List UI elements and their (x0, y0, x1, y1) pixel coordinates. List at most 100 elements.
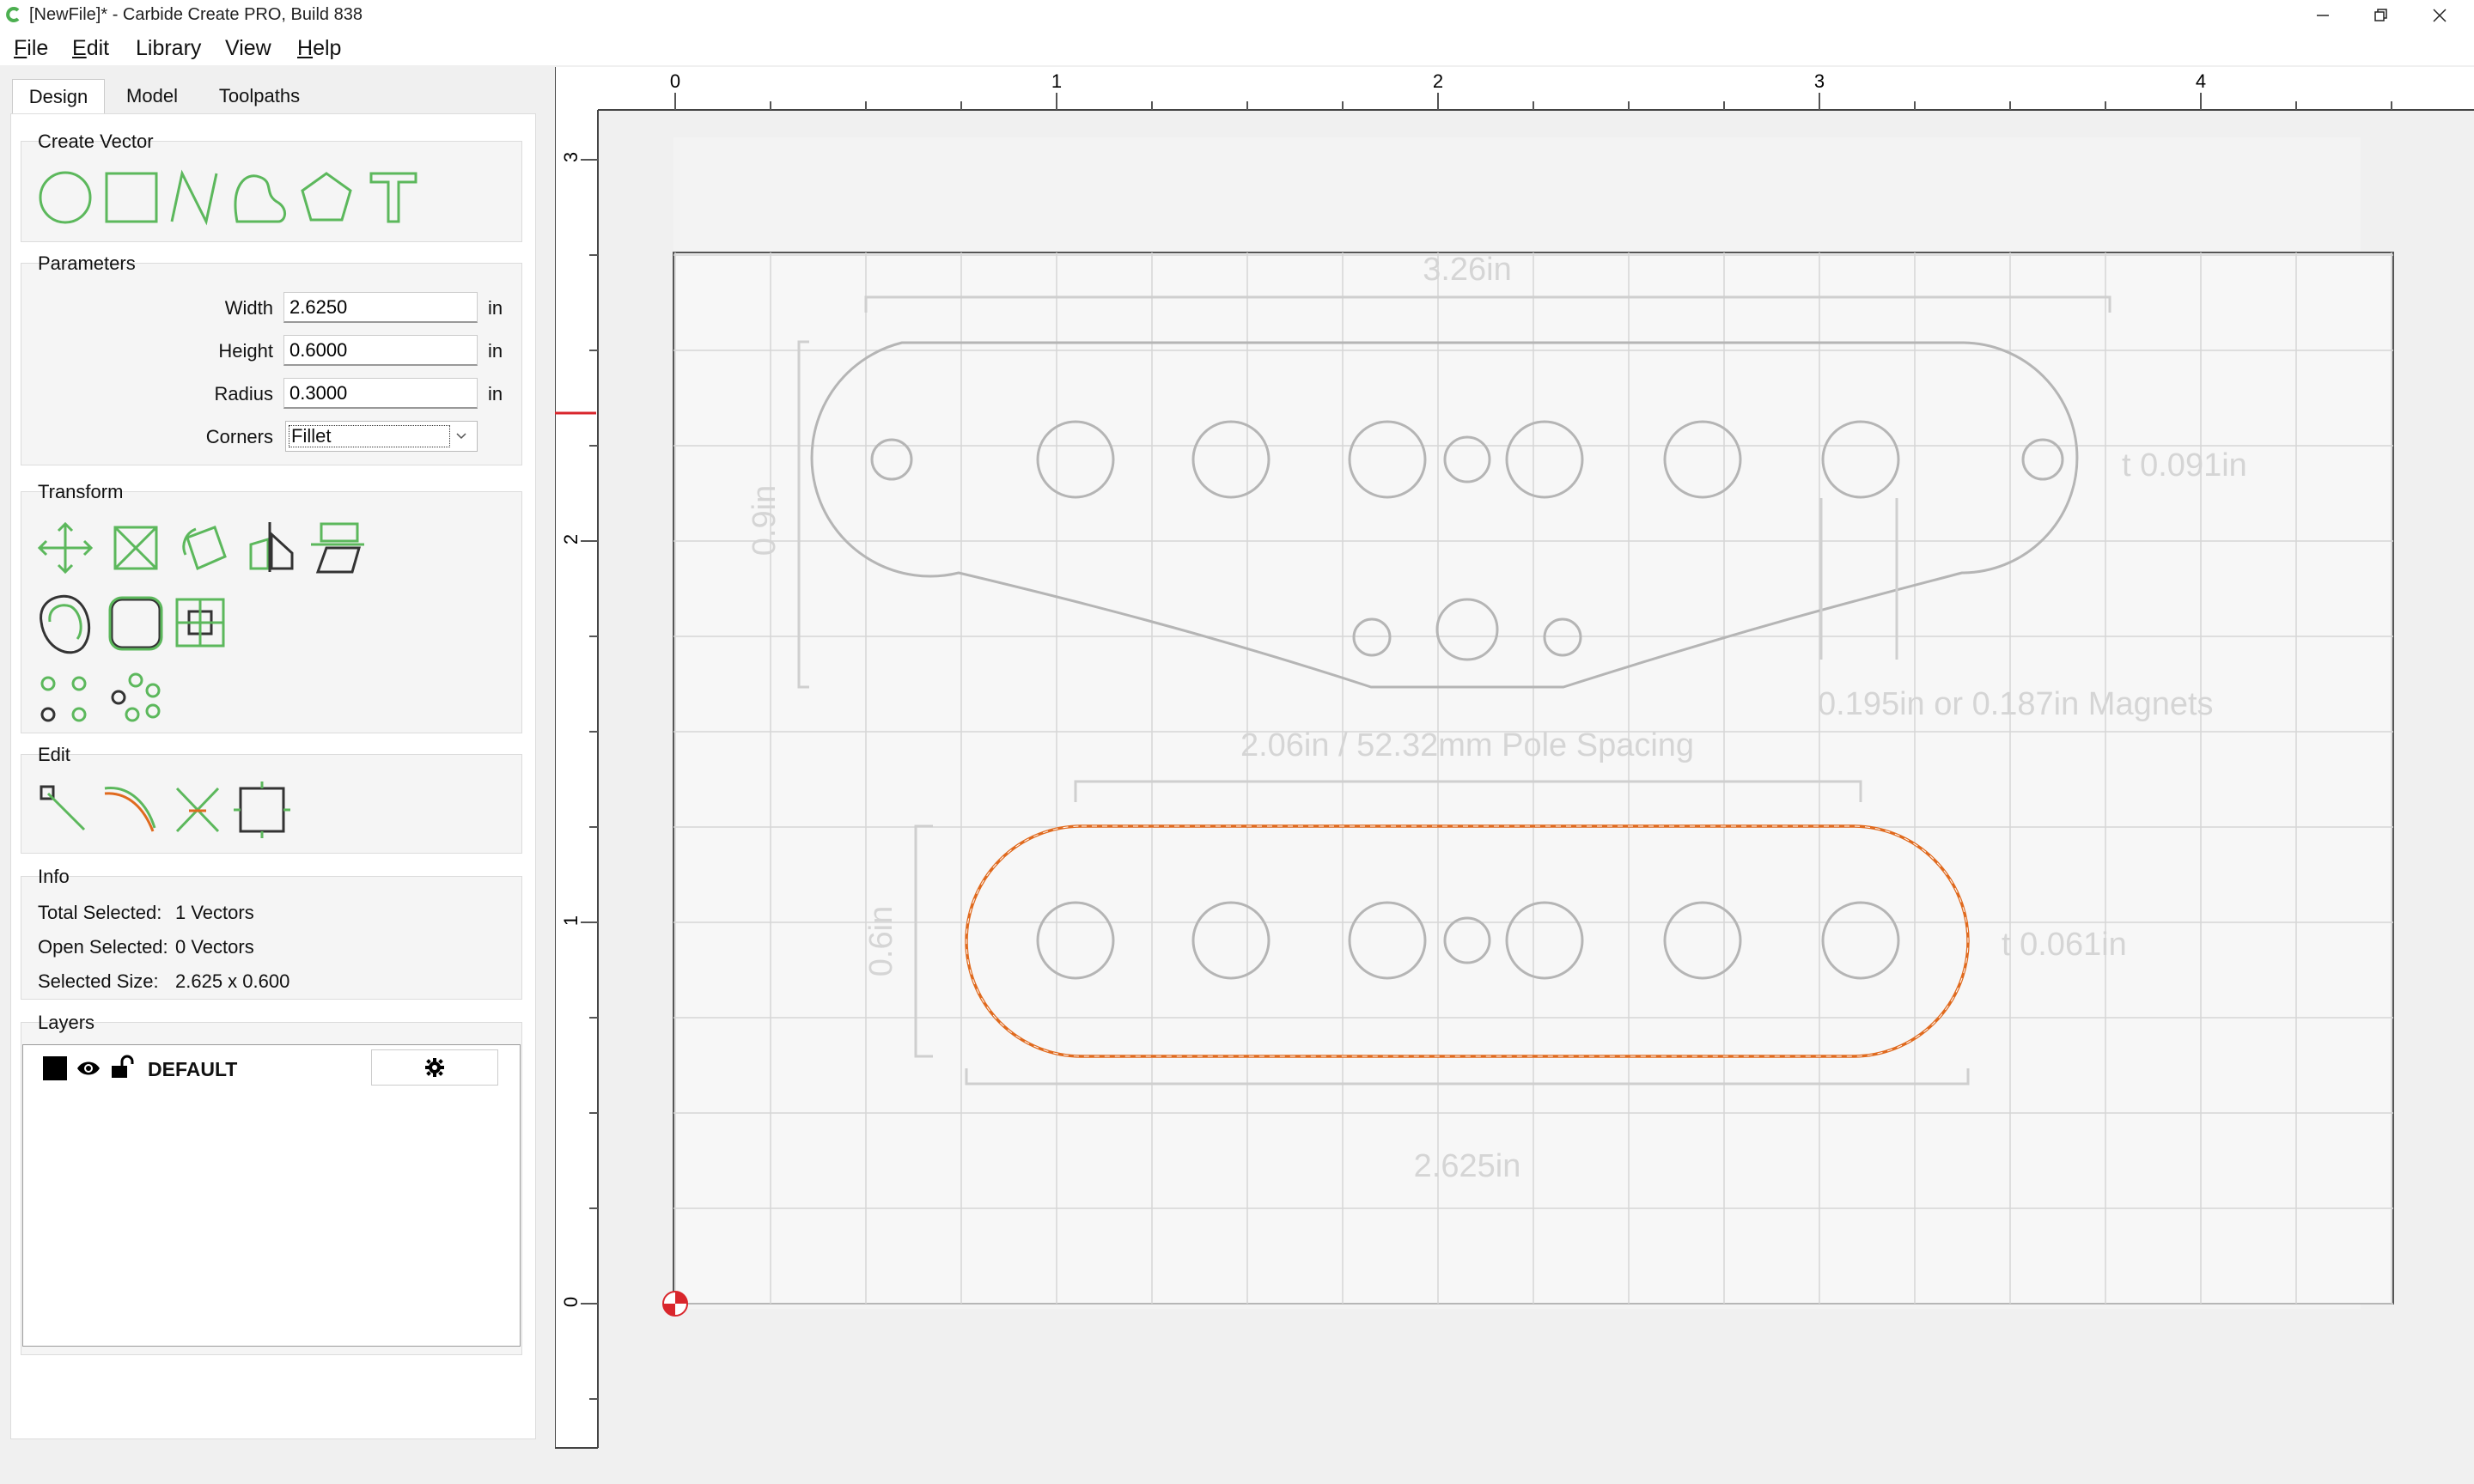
menu-edit[interactable]: Edit (62, 34, 119, 62)
ruler-x-label: 4 (2196, 70, 2206, 92)
minimize-icon (2317, 15, 2329, 16)
align-icon[interactable] (311, 522, 364, 574)
origin-icon (662, 1291, 688, 1317)
cut-icon[interactable] (175, 787, 220, 833)
menu-view-label: View (225, 36, 271, 60)
text-icon[interactable] (369, 172, 417, 223)
vertical-ruler[interactable] (555, 67, 598, 1448)
ruler-y-label: 3 (560, 152, 582, 162)
circle-icon[interactable] (39, 171, 92, 224)
parameters-title: Parameters (38, 252, 136, 274)
menu-bar: File Edit Library View Help (0, 31, 2474, 65)
boolean-icon[interactable] (175, 598, 225, 648)
window-title: [NewFile]* - Carbide Create PRO, Build 8… (29, 5, 363, 24)
bottom-height-annotation: 0.6in (863, 906, 899, 976)
menu-help[interactable]: Help (287, 34, 351, 62)
top-thickness-annotation: t 0.091in (2122, 447, 2247, 484)
move-icon[interactable] (37, 521, 94, 575)
height-unit: in (488, 340, 503, 362)
edit-title: Edit (38, 744, 70, 765)
width-unit: in (488, 297, 503, 319)
chevron-down-icon (456, 433, 466, 440)
height-label: Height (218, 340, 273, 362)
title-bar: [NewFile]* - Carbide Create PRO, Build 8… (0, 0, 2474, 31)
radius-label: Radius (214, 383, 273, 404)
close-icon (2433, 9, 2447, 22)
ruler-x-label: 2 (1433, 70, 1443, 92)
pole-spacing-annotation: 2.06in / 52.32mm Pole Spacing (1240, 727, 1694, 763)
menu-help-label: elp (313, 36, 342, 60)
ruler-y-label: 2 (560, 534, 582, 544)
linear-array-icon[interactable] (111, 672, 161, 722)
rectangle-icon[interactable] (105, 172, 158, 223)
ruler-x-label: 3 (1814, 70, 1825, 92)
tab-toolpaths[interactable]: Toolpaths (201, 79, 318, 113)
scale-icon[interactable] (113, 526, 158, 570)
top-width-annotation: 3.26in (1423, 252, 1512, 288)
total-selected-value: 1 Vectors (175, 902, 254, 923)
height-input[interactable] (283, 335, 478, 366)
width-label: Width (224, 297, 273, 319)
open-selected-label: Open Selected: (38, 936, 168, 958)
eye-icon[interactable] (76, 1058, 101, 1079)
menu-file-label: ile (27, 36, 49, 60)
create-vector-title: Create Vector (38, 131, 154, 152)
polyline-icon[interactable] (170, 169, 218, 226)
corners-label: Corners (205, 426, 273, 447)
rotate-icon[interactable] (182, 526, 227, 571)
edit-toolbar (40, 782, 290, 838)
offset-icon[interactable] (40, 594, 91, 654)
corners-select[interactable]: Fillet (285, 421, 478, 452)
layer-row[interactable]: DEFAULT (26, 1049, 515, 1087)
menu-library-label: Library (136, 36, 202, 60)
radius-unit: in (488, 383, 503, 404)
menu-file-accel: F (14, 36, 27, 60)
layers-title: Layers (38, 1012, 95, 1033)
selected-size-value: 2.625 x 0.600 (175, 970, 290, 992)
horizontal-ruler[interactable] (555, 67, 2474, 110)
menu-edit-label: dit (86, 36, 110, 60)
layer-name: DEFAULT (148, 1058, 238, 1080)
layer-color-swatch[interactable] (43, 1056, 67, 1080)
tab-model[interactable]: Model (107, 79, 198, 113)
menu-edit-accel: E (72, 36, 87, 60)
menu-help-accel: H (297, 36, 314, 60)
carbide-logo-icon (6, 7, 20, 22)
ruler-y-label: 1 (560, 915, 582, 926)
create-vector-toolbar (39, 169, 417, 226)
ruler-y-label: 0 (560, 1297, 582, 1307)
node-edit-icon[interactable] (40, 785, 86, 831)
open-selected-value: 0 Vectors (175, 936, 254, 958)
mirror-icon[interactable] (249, 522, 294, 572)
menu-library[interactable]: Library (125, 34, 211, 62)
bottom-width-annotation: 2.625in (1414, 1148, 1521, 1184)
total-selected-label: Total Selected: (38, 902, 162, 923)
unlock-icon[interactable] (110, 1055, 134, 1080)
polygon-icon[interactable] (301, 172, 352, 222)
circular-array-icon[interactable] (40, 676, 87, 722)
menu-view[interactable]: View (215, 34, 282, 62)
restore-icon (2374, 9, 2387, 21)
close-button[interactable] (2405, 0, 2474, 31)
join-icon[interactable] (234, 782, 290, 838)
transform-toolbar (37, 521, 364, 722)
corners-value: Fillet (289, 425, 450, 447)
layers-list (22, 1044, 521, 1347)
info-title: Info (38, 866, 70, 887)
menu-file[interactable]: File (3, 34, 58, 62)
top-height-annotation: 0.9in (746, 485, 783, 556)
ruler-x-label: 0 (670, 70, 680, 92)
magnets-annotation: 0.195in or 0.187in Magnets (1818, 686, 2214, 722)
ruler-x-label: 1 (1051, 70, 1062, 92)
layer-settings-button[interactable] (371, 1049, 498, 1086)
selected-size-label: Selected Size: (38, 970, 159, 992)
tab-design[interactable]: Design (12, 79, 105, 114)
design-canvas[interactable]: 0 1 2 3 4 3 2 1 0 3.26in 0.9in t 0.091in… (555, 67, 2474, 1450)
trim-icon[interactable] (104, 787, 156, 832)
transform-title: Transform (38, 481, 124, 502)
radius-input[interactable] (283, 378, 478, 409)
curve-icon[interactable] (234, 174, 286, 223)
gear-icon (425, 1058, 444, 1077)
width-input[interactable] (283, 292, 478, 323)
fillet-icon[interactable] (108, 596, 163, 651)
